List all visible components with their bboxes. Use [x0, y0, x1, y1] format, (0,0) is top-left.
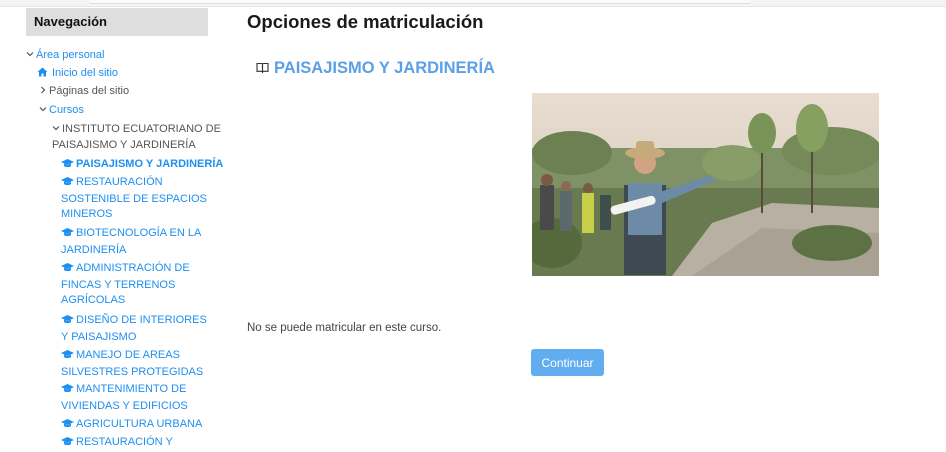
course-heading[interactable]: PAISAJISMO Y JARDINERÍA — [256, 59, 495, 78]
nav-item-label[interactable]: Páginas del sitio — [49, 85, 129, 97]
course-label[interactable]: PAISAJISMO Y JARDINERÍA — [76, 158, 223, 170]
nav-item-cursos[interactable]: Cursos — [39, 103, 84, 119]
course-label[interactable]: AGRICULTURA URBANA — [76, 418, 202, 430]
graduation-cap-icon — [61, 158, 76, 174]
course-label[interactable]: MANEJO DE AREAS SILVESTRES PROTEGIDAS — [61, 349, 203, 378]
course-heading-label[interactable]: PAISAJISMO Y JARDINERÍA — [274, 59, 495, 77]
nav-course-3[interactable]: ADMINISTRACIÓN DE FINCAS Y TERRENOS AGRÍ… — [61, 261, 213, 309]
course-label[interactable]: MANTENIMIENTO DE VIVIENDAS Y EDIFICIOS — [61, 383, 188, 412]
chevron-right-icon — [39, 84, 49, 100]
chevron-down-icon — [39, 103, 49, 119]
continue-button[interactable]: Continuar — [531, 349, 604, 376]
graduation-cap-icon — [61, 227, 76, 243]
nav-course-7[interactable]: AGRICULTURA URBANA — [61, 417, 202, 434]
course-label[interactable]: RESTAURACIÓN SOSTENIBLE DE ESPACIOS MINE… — [61, 176, 207, 220]
chevron-down-icon — [52, 122, 62, 138]
nav-item-paginas[interactable]: Páginas del sitio — [39, 84, 129, 100]
chevron-down-icon — [26, 48, 36, 64]
nav-item-institute[interactable]: INSTITUTO ECUATORIANO DE PAISAJISMO Y JA… — [52, 122, 232, 153]
home-icon — [37, 67, 52, 83]
nav-item-inicio[interactable]: Inicio del sitio — [37, 66, 118, 83]
graduation-cap-icon — [61, 176, 76, 192]
top-tab-strip — [90, 0, 750, 4]
page-title: Opciones de matriculación — [247, 11, 484, 32]
navigation-block: Navegación — [26, 8, 208, 36]
course-label[interactable]: RESTAURACIÓN Y — [76, 436, 173, 448]
nav-course-0[interactable]: PAISAJISMO Y JARDINERÍA — [61, 157, 223, 174]
browser-top-strip — [0, 0, 946, 7]
book-icon — [256, 59, 270, 74]
course-label[interactable]: BIOTECNOLOGÍA EN LA JARDINERÍA — [61, 227, 201, 256]
nav-item-label[interactable]: Cursos — [49, 104, 84, 116]
graduation-cap-icon — [61, 383, 76, 399]
graduation-cap-icon — [61, 262, 76, 278]
nav-course-2[interactable]: BIOTECNOLOGÍA EN LA JARDINERÍA — [61, 226, 213, 258]
course-image — [532, 93, 879, 276]
course-photo-illustration — [532, 93, 879, 276]
navigation-title: Navegación — [26, 8, 208, 36]
course-label[interactable]: ADMINISTRACIÓN DE FINCAS Y TERRENOS AGRÍ… — [61, 262, 190, 306]
nav-course-5[interactable]: MANEJO DE AREAS SILVESTRES PROTEGIDAS — [61, 348, 213, 380]
nav-item-label[interactable]: Inicio del sitio — [52, 67, 118, 79]
nav-course-6[interactable]: MANTENIMIENTO DE VIVIENDAS Y EDIFICIOS — [61, 382, 213, 414]
nav-course-1[interactable]: RESTAURACIÓN SOSTENIBLE DE ESPACIOS MINE… — [61, 175, 213, 223]
nav-course-4[interactable]: DISEÑO DE INTERIORES Y PAISAJISMO — [61, 313, 213, 345]
enrolment-message: No se puede matricular en este curso. — [247, 322, 442, 334]
nav-item-label[interactable]: Área personal — [36, 49, 105, 61]
graduation-cap-icon — [61, 418, 76, 434]
nav-course-8[interactable]: RESTAURACIÓN Y — [61, 435, 173, 452]
nav-item-area-personal[interactable]: Área personal — [26, 48, 105, 64]
nav-item-label[interactable]: INSTITUTO ECUATORIANO DE PAISAJISMO Y JA… — [52, 123, 221, 151]
graduation-cap-icon — [61, 314, 76, 330]
graduation-cap-icon — [61, 349, 76, 365]
course-label[interactable]: DISEÑO DE INTERIORES Y PAISAJISMO — [61, 314, 207, 343]
